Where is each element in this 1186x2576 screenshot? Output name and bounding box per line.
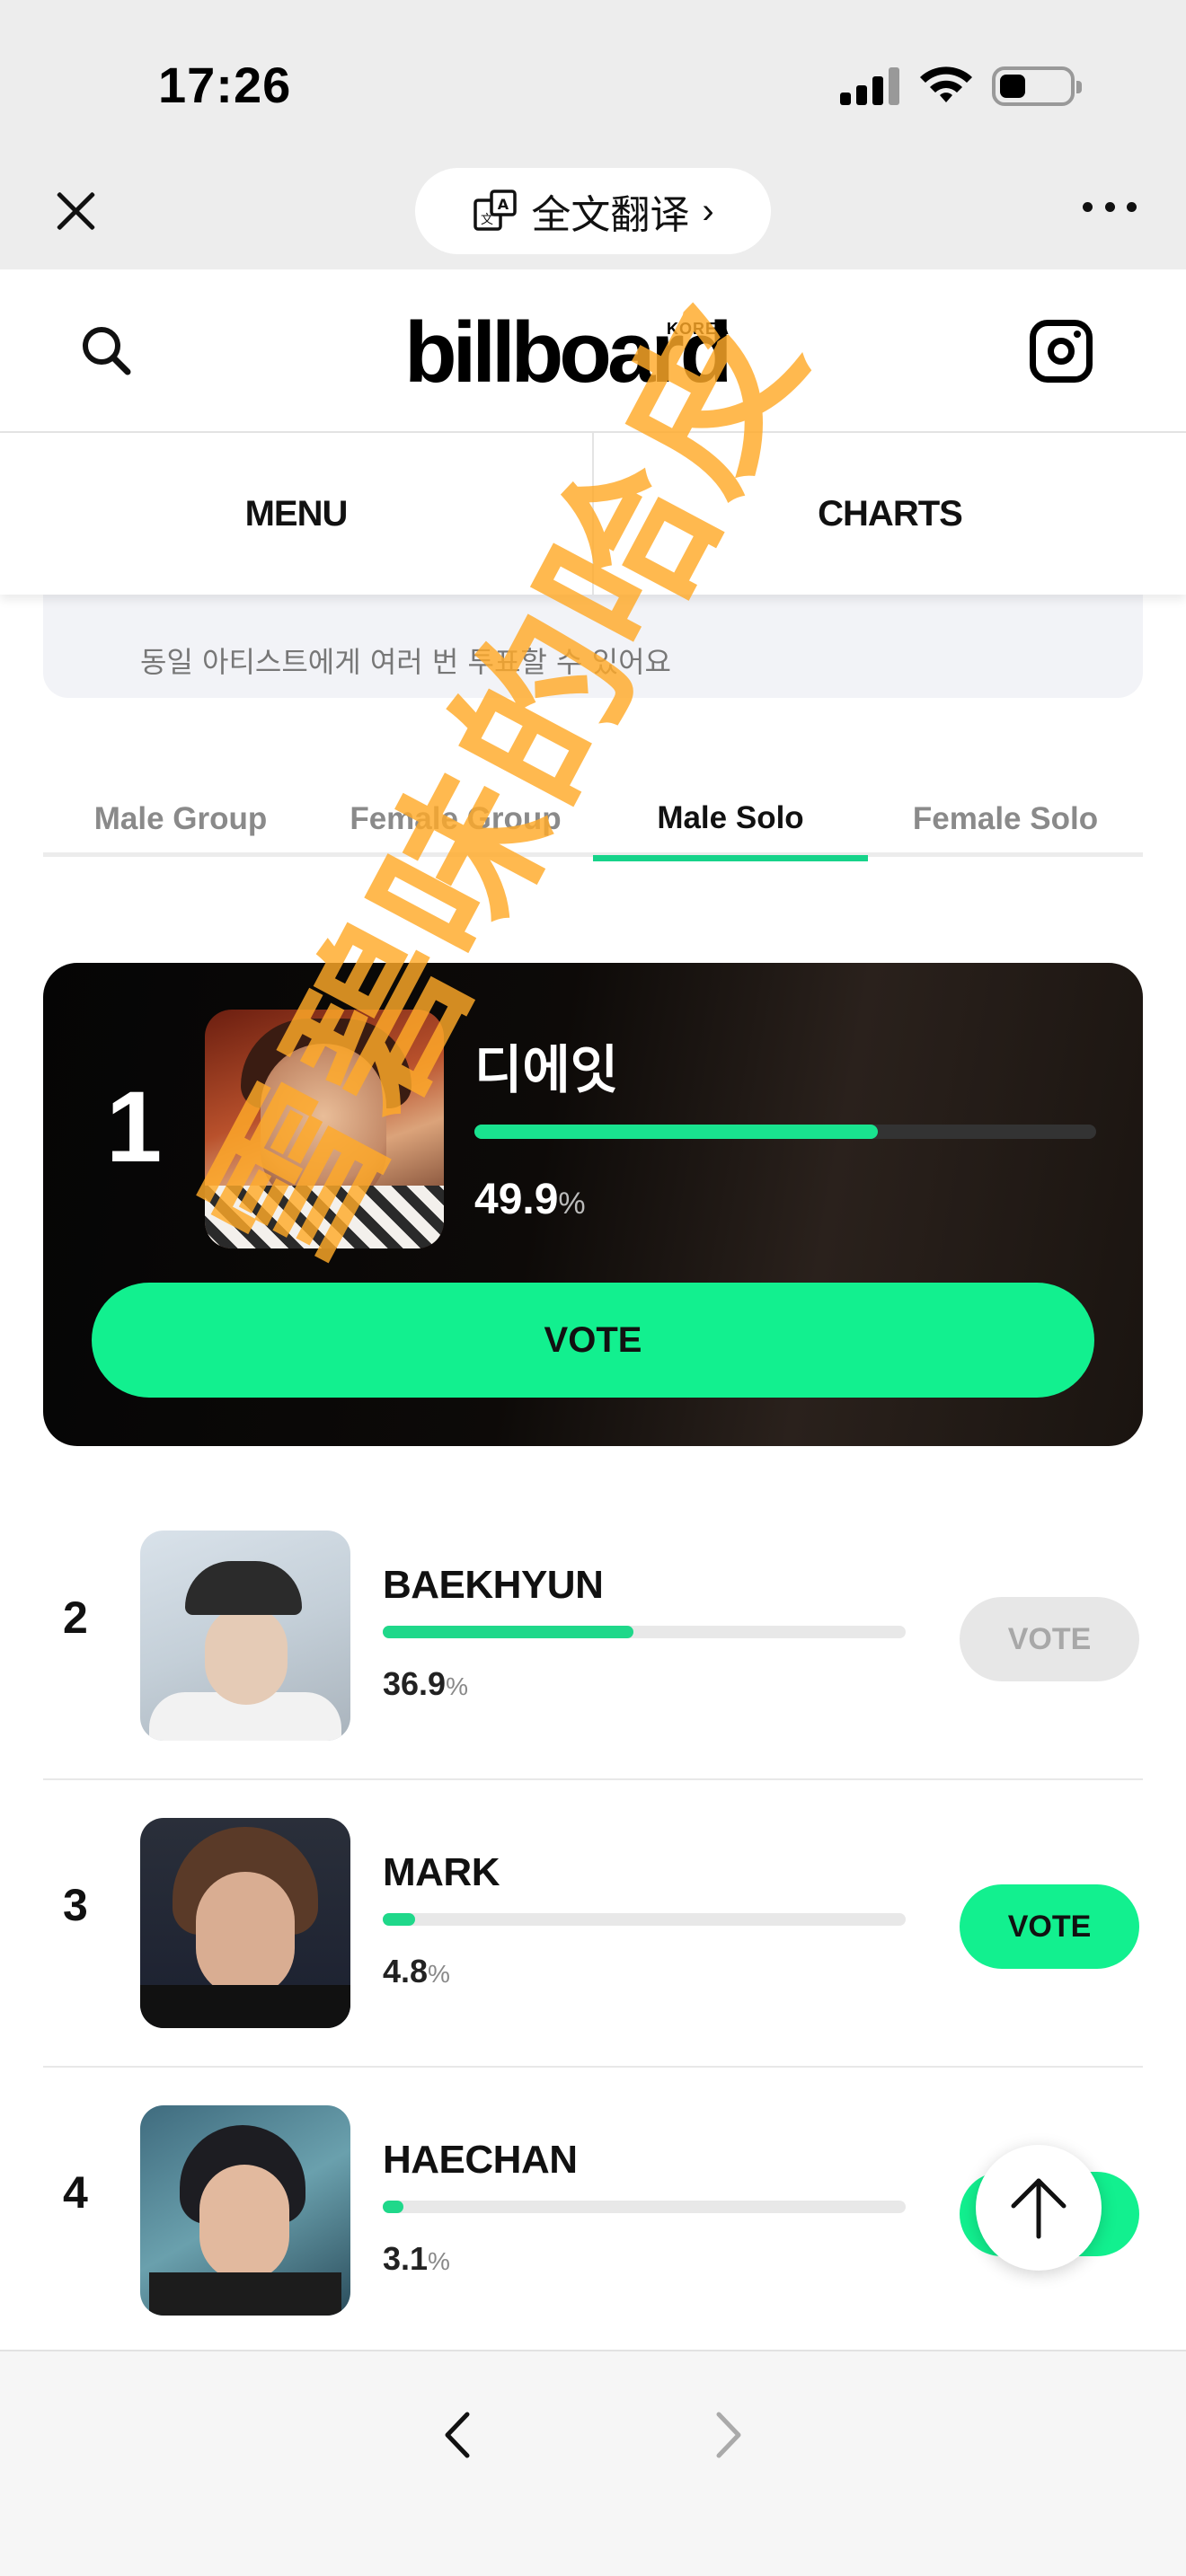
vote-button[interactable]: VOTE [92,1283,1094,1398]
browser-bottom-bar [0,2350,1186,2576]
scroll-to-top-button[interactable] [976,2145,1102,2271]
battery-icon [992,66,1082,106]
vote-percent: 3.1% [383,2240,450,2277]
artist-name: 디에잇 [474,1039,619,1100]
vote-content: 동일 아티스트에게 여러 번 투표할 수 있어요 Male Group Fema… [0,595,1186,2350]
back-arrow-icon[interactable] [431,2404,485,2466]
svg-text:文: 文 [481,213,493,227]
translate-label: 全文翻译 [531,193,690,237]
vote-percent: 36.9% [383,1665,468,1702]
vote-button[interactable]: VOTE [960,1597,1139,1681]
vote-button[interactable]: VOTE [960,1884,1139,1969]
tab-female-solo[interactable]: Female Solo [868,781,1143,857]
vote-notice: 동일 아티스트에게 여러 번 투표할 수 있어요 [43,595,1143,698]
billboard-korea-logo[interactable]: billboard KOREA [404,310,746,396]
artist-photo [140,1531,350,1741]
vote-notice-text: 동일 아티스트에게 여러 번 투표할 수 있어요 [140,645,671,679]
vote-progress-bar [383,2201,906,2213]
rank-1-card: 1 디에잇 49.9% VOTE [43,963,1143,1446]
rank-number: 2 [63,1592,88,1643]
close-icon[interactable] [50,186,101,236]
rank-number: 3 [63,1880,88,1930]
arrow-up-icon [1011,2178,1067,2239]
rank-number: 4 [63,2167,88,2218]
tab-male-group[interactable]: Male Group [43,781,318,857]
vote-percent: 4.8% [383,1953,450,1989]
rank-number: 1 [106,1071,163,1183]
category-tabs: Male Group Female Group Male Solo Female… [43,781,1143,861]
vote-progress-fill [383,1913,416,1926]
artist-name: BAEKHYUN [383,1563,604,1607]
logo-sub: KOREA [667,320,730,338]
forward-arrow-icon[interactable] [701,2404,755,2466]
chevron-right-icon: › [702,190,714,231]
rank-row: 3 MARK 4.8% VOTE [43,1780,1143,2068]
translate-full-text-button[interactable]: A 文 全文翻译 › [415,168,771,254]
vote-percent: 49.9% [474,1176,586,1223]
vote-progress-fill [383,2201,404,2213]
tab-male-solo[interactable]: Male Solo [593,781,868,861]
vote-progress-fill [383,1626,634,1638]
browser-toolbar: A 文 全文翻译 › [0,166,1186,269]
instagram-icon[interactable] [1030,320,1093,383]
nav-menu-button[interactable]: MENU [0,433,592,595]
vote-progress-fill [474,1125,878,1139]
vote-progress-bar [383,1626,906,1638]
rank-row: 2 BAEKHYUN 36.9% VOTE [43,1493,1143,1780]
status-bar: 17:26 [0,0,1186,166]
cellular-signal-icon [840,67,899,105]
site-header: billboard KOREA [0,269,1186,433]
artist-name: HAECHAN [383,2138,578,2182]
tab-female-group[interactable]: Female Group [318,781,593,857]
artist-photo [140,1818,350,2028]
artist-name: MARK [383,1850,500,1894]
translate-icon: A 文 [474,190,518,231]
svg-text:A: A [498,196,509,213]
artist-photo [140,2105,350,2316]
main-nav: MENU CHARTS [0,433,1186,595]
artist-photo [205,1010,444,1248]
vote-progress-bar [383,1913,906,1926]
search-icon[interactable] [77,322,135,379]
vote-progress-bar [474,1125,1096,1139]
nav-charts-button[interactable]: CHARTS [592,433,1186,595]
more-options-icon[interactable] [1083,202,1137,220]
status-time: 17:26 [158,57,292,113]
wifi-icon [920,66,972,102]
